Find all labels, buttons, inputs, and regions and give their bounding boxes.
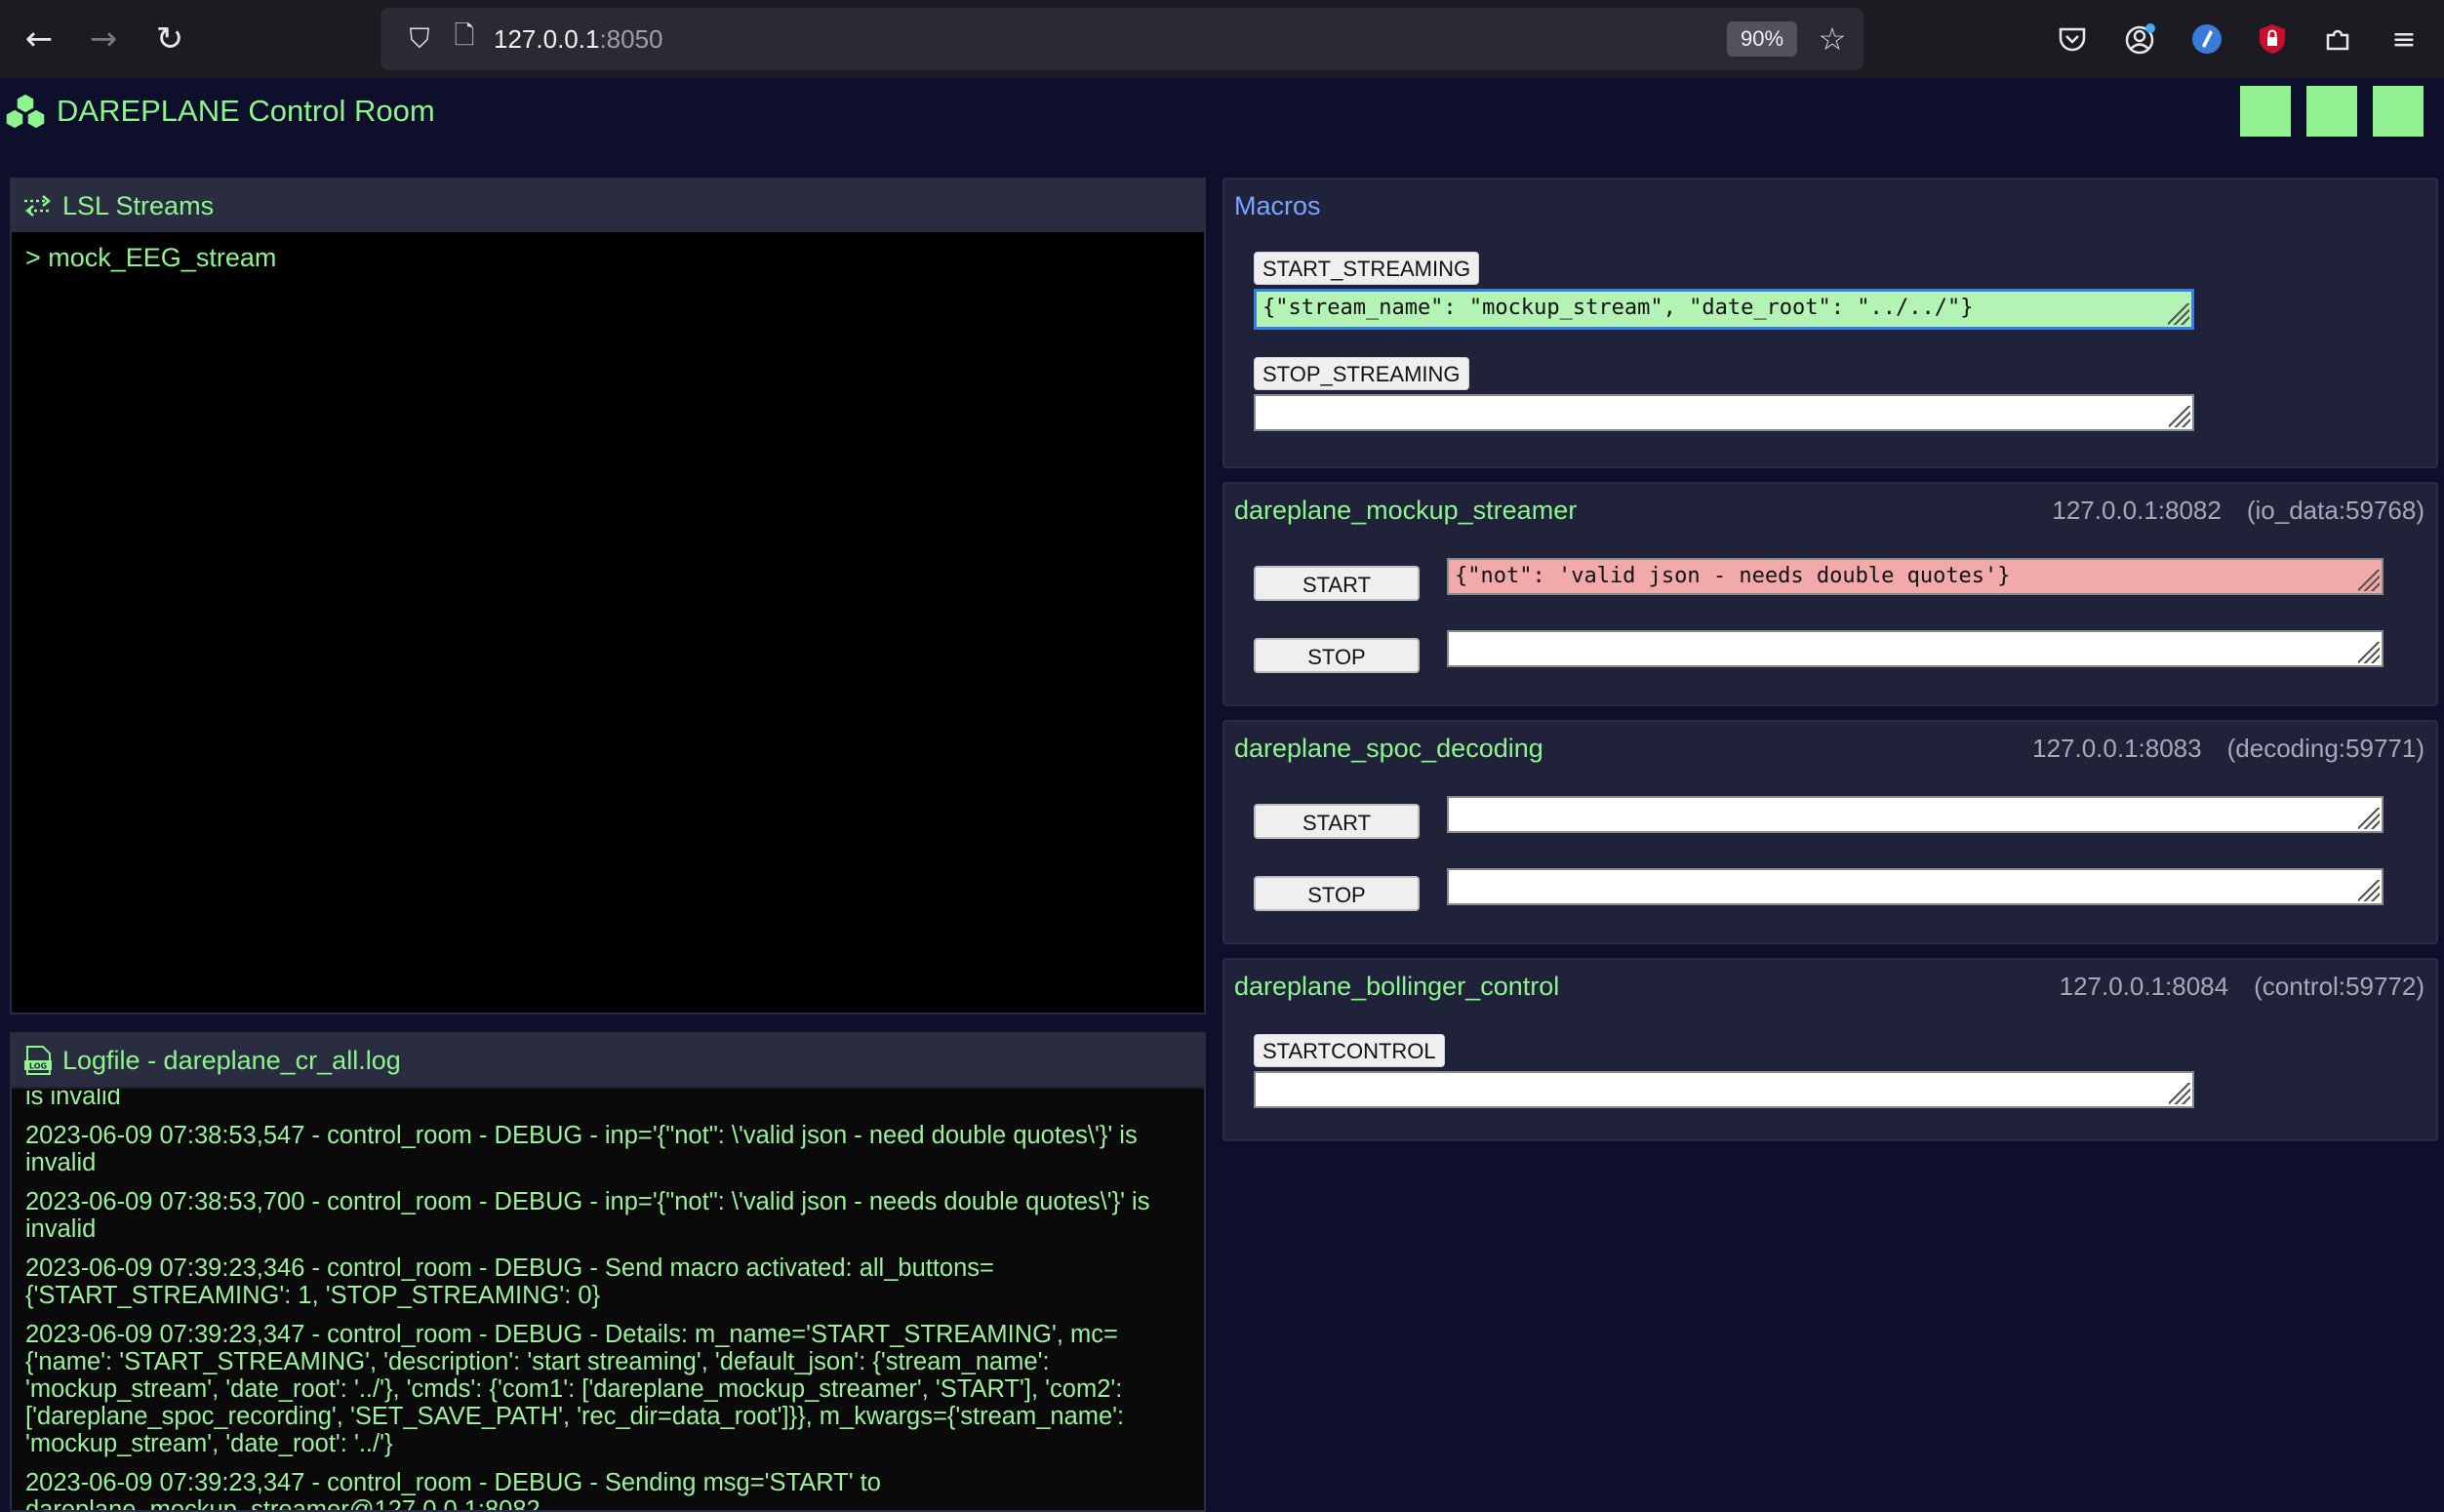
log-line: 2023-06-09 07:38:53,547 - control_room -… <box>25 1122 1138 1176</box>
log-line: is invalid <box>25 1089 121 1110</box>
module-name: dareplane_mockup_streamer <box>1234 496 1578 525</box>
lsl-streams-title: LSL Streams <box>62 190 215 220</box>
header-square-button-2[interactable] <box>2306 86 2357 137</box>
startcontrol-input[interactable] <box>1254 1071 2194 1108</box>
extensions-puzzle-icon[interactable] <box>2314 16 2361 62</box>
macro-stop-streaming-button[interactable]: STOP_STREAMING <box>1254 357 1469 390</box>
header-square-button-1[interactable] <box>2240 86 2291 137</box>
module-process: (decoding:59771) <box>2226 734 2424 763</box>
logfile-title: Logfile - dareplane_cr_all.log <box>62 1045 401 1075</box>
logfile-content[interactable]: is invalid 2023-06-09 07:38:53,547 - con… <box>12 1089 1204 1510</box>
url-text[interactable]: 127.0.0.1:8050 <box>494 21 663 57</box>
forward-icon[interactable]: → <box>80 16 127 62</box>
module-address: 127.0.0.1:8083 <box>2032 734 2202 763</box>
url-host: 127.0.0.1 <box>494 24 600 54</box>
cubes-logo-icon <box>5 93 46 130</box>
browser-toolbar: ← → ↻ ⛉ 🗋 127.0.0.1:8050 90% ☆ ≡ <box>0 0 2444 78</box>
decoding-stop-input[interactable] <box>1447 868 2384 905</box>
log-line: 2023-06-09 07:39:23,347 - control_room -… <box>25 1321 1125 1457</box>
module-panel-spoc-decoding: dareplane_spoc_decoding 127.0.0.1:8083 (d… <box>1222 720 2438 944</box>
mockup-start-button[interactable]: START <box>1254 566 1420 601</box>
resize-handle-icon[interactable] <box>2358 880 2380 901</box>
module-process: (io_data:59768) <box>2246 496 2424 525</box>
module-address: 127.0.0.1:8084 <box>2059 972 2229 1001</box>
stream-arrows-icon <box>24 195 52 217</box>
shield-icon[interactable]: ⛉ <box>400 20 439 59</box>
resize-handle-icon[interactable] <box>2169 1083 2190 1104</box>
zoom-level[interactable]: 90% <box>1727 21 1797 57</box>
log-line: 2023-06-09 07:39:23,347 - control_room -… <box>25 1469 881 1510</box>
module-name: dareplane_bollinger_control <box>1234 972 1560 1001</box>
svg-text:LOG: LOG <box>29 1062 47 1071</box>
app-title: DAREPLANE Control Room <box>4 90 435 133</box>
macro-start-streaming-value: {"stream_name": "mockup_stream", "date_r… <box>1262 296 1974 320</box>
mockup-start-value: {"not": 'valid json - needs double quote… <box>1455 564 2011 588</box>
module-name: dareplane_spoc_decoding <box>1234 734 1543 763</box>
resize-handle-icon[interactable] <box>2168 303 2189 325</box>
module-address: 127.0.0.1:8082 <box>2052 496 2222 525</box>
pocket-icon[interactable] <box>2049 16 2096 62</box>
reload-icon[interactable]: ↻ <box>146 16 193 62</box>
extension-icon[interactable] <box>2184 16 2230 62</box>
header-square-button-3[interactable] <box>2373 86 2424 137</box>
page-icon[interactable]: 🗋 <box>445 20 484 59</box>
decoding-start-button[interactable]: START <box>1254 804 1420 839</box>
mockup-stop-input[interactable] <box>1447 630 2384 667</box>
resize-handle-icon[interactable] <box>2358 642 2380 663</box>
log-line: 2023-06-09 07:39:23,346 - control_room -… <box>25 1254 994 1309</box>
resize-handle-icon[interactable] <box>2358 808 2380 829</box>
module-meta: 127.0.0.1:8082 (io_data:59768) <box>2052 494 2424 527</box>
bookmark-star-icon[interactable]: ☆ <box>1811 18 1854 60</box>
module-meta: 127.0.0.1:8083 (decoding:59771) <box>2032 732 2424 765</box>
account-icon[interactable] <box>2117 16 2164 62</box>
macros-title: Macros <box>1234 191 1321 220</box>
logfile-panel: LOG Logfile - dareplane_cr_all.log is in… <box>10 1032 1206 1512</box>
module-panel-mockup-streamer: dareplane_mockup_streamer 127.0.0.1:8082… <box>1222 482 2438 706</box>
url-port: :8050 <box>599 24 663 54</box>
stream-item[interactable]: > mock_EEG_stream <box>25 240 1190 275</box>
decoding-start-input[interactable] <box>1447 796 2384 833</box>
resize-handle-icon[interactable] <box>2358 570 2380 591</box>
log-line: 2023-06-09 07:38:53,700 - control_room -… <box>25 1188 1150 1243</box>
mockup-stop-button[interactable]: STOP <box>1254 638 1420 673</box>
startcontrol-button[interactable]: STARTCONTROL <box>1254 1034 1445 1067</box>
module-process: (control:59772) <box>2254 972 2424 1001</box>
lsl-streams-list: > mock_EEG_stream <box>12 232 1204 1013</box>
logfile-header: LOG Logfile - dareplane_cr_all.log <box>12 1034 1204 1087</box>
decoding-stop-button[interactable]: STOP <box>1254 876 1420 911</box>
resize-handle-icon[interactable] <box>2169 406 2190 427</box>
ublock-icon[interactable] <box>2249 16 2296 62</box>
url-bar[interactable]: ⛉ 🗋 127.0.0.1:8050 90% ☆ <box>381 8 1863 70</box>
lsl-streams-panel: LSL Streams > mock_EEG_stream <box>10 178 1206 1015</box>
log-file-icon: LOG <box>24 1046 52 1075</box>
back-icon[interactable]: ← <box>16 16 62 62</box>
module-meta: 127.0.0.1:8084 (control:59772) <box>2060 970 2424 1003</box>
app-title-text: DAREPLANE Control Room <box>57 94 435 128</box>
macro-stop-streaming-input[interactable] <box>1254 394 2194 431</box>
macros-panel: Macros START_STREAMING {"stream_name": "… <box>1222 178 2438 468</box>
mockup-start-input[interactable]: {"not": 'valid json - needs double quote… <box>1447 558 2384 595</box>
macro-start-streaming-button[interactable]: START_STREAMING <box>1254 252 1480 285</box>
module-panel-bollinger-control: dareplane_bollinger_control 127.0.0.1:80… <box>1222 958 2438 1141</box>
macro-start-streaming-input[interactable]: {"stream_name": "mockup_stream", "date_r… <box>1254 289 2194 330</box>
lsl-streams-header: LSL Streams <box>12 179 1204 232</box>
menu-icon[interactable]: ≡ <box>2381 16 2427 62</box>
